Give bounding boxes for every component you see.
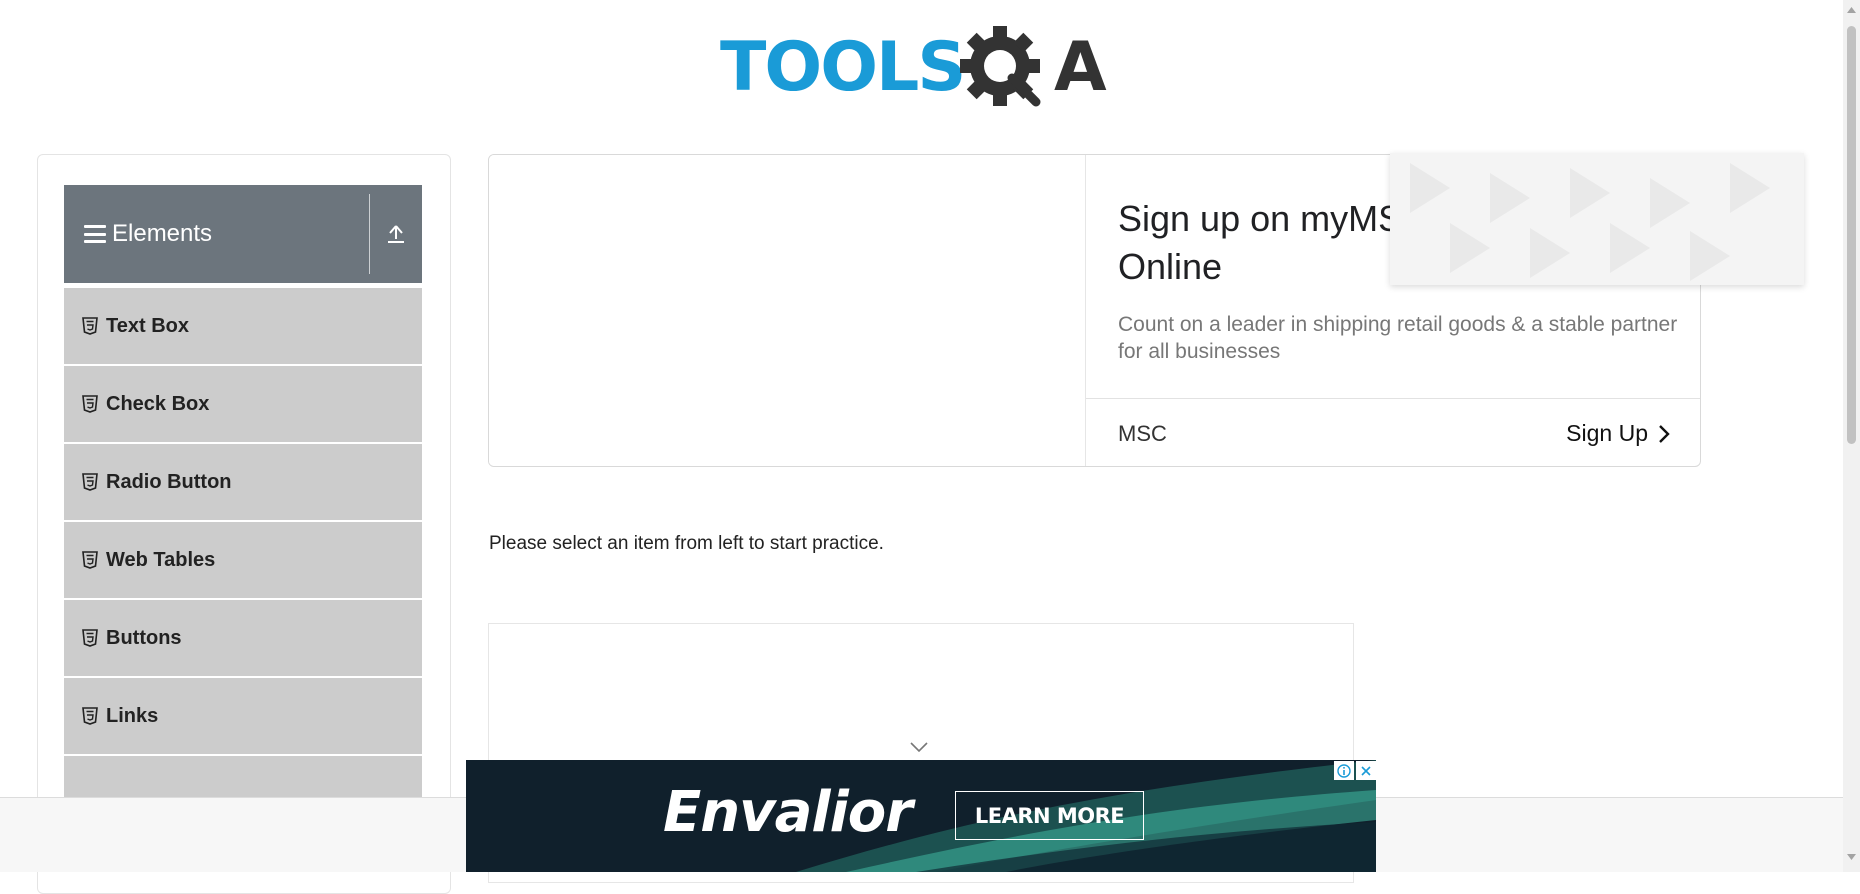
menu-item-radio-button[interactable]: Radio Button xyxy=(64,442,422,520)
menu-item-links[interactable]: Links xyxy=(64,676,422,754)
triangle-pattern xyxy=(1410,163,1770,281)
collapse-button[interactable] xyxy=(370,185,422,283)
chevron-right-icon xyxy=(1659,424,1670,443)
ad-footer: MSC Sign Up xyxy=(1086,398,1700,466)
html5-icon xyxy=(82,551,98,569)
menu-item-label: Web Tables xyxy=(106,548,216,571)
html5-icon xyxy=(82,707,98,725)
html5-icon xyxy=(82,629,98,647)
banner-brand: Envalior xyxy=(663,780,913,845)
menu-item-text-box[interactable]: Text Box xyxy=(64,286,422,364)
menu-item-label: Check Box xyxy=(106,392,210,415)
svg-text:A: A xyxy=(1054,28,1107,107)
gear-icon xyxy=(960,26,1041,107)
menu-item-web-tables[interactable]: Web Tables xyxy=(64,520,422,598)
scroll-up-arrow-icon[interactable] xyxy=(1846,6,1857,14)
menu-item-buttons[interactable]: Buttons xyxy=(64,598,422,676)
group-title-wrap[interactable]: Elements xyxy=(64,185,369,283)
menu-list: Text Box Check Box Radio Button Web Tabl… xyxy=(64,286,422,832)
ad-close-icon[interactable] xyxy=(1356,761,1376,780)
vertical-scrollbar[interactable] xyxy=(1843,0,1860,872)
menu-item-label: Buttons xyxy=(106,626,182,649)
learn-more-button[interactable]: LEARN MORE xyxy=(955,791,1144,840)
menu-item-label: Text Box xyxy=(106,314,189,337)
ad-brand: MSC xyxy=(1118,420,1167,446)
envalior-banner-ad[interactable]: Envalior LEARN MORE xyxy=(466,760,1376,872)
overlay-card xyxy=(1390,153,1804,285)
ad-image[interactable] xyxy=(489,155,1086,466)
sign-up-label: Sign Up xyxy=(1566,420,1648,446)
banner-background xyxy=(466,760,1376,872)
collapse-up-icon xyxy=(388,225,404,243)
hamburger-icon xyxy=(84,225,106,243)
scroll-down-arrow-icon[interactable] xyxy=(1846,853,1857,861)
elements-group-header[interactable]: Elements xyxy=(64,185,422,283)
menu-item-label: Links xyxy=(106,704,159,727)
toolsqa-logo[interactable]: TOOLS A xyxy=(720,18,1125,118)
menu-item-check-box[interactable]: Check Box xyxy=(64,364,422,442)
chevron-down-icon[interactable] xyxy=(909,741,929,753)
left-panel: Elements Text Box Check Box Radio Button… xyxy=(37,154,451,894)
html5-icon xyxy=(82,473,98,491)
header: TOOLS A xyxy=(0,0,1840,130)
ad-description: Count on a leader in shipping retail goo… xyxy=(1118,313,1678,363)
html5-icon xyxy=(82,317,98,335)
sign-up-button[interactable]: Sign Up xyxy=(1566,420,1670,447)
svg-text:TOOLS: TOOLS xyxy=(720,28,964,107)
scrollbar-thumb[interactable] xyxy=(1847,26,1856,444)
group-title: Elements xyxy=(112,220,213,247)
html5-icon xyxy=(82,395,98,413)
ad-info-icon[interactable] xyxy=(1334,761,1354,780)
ad-choices xyxy=(1334,761,1376,780)
menu-item-label: Radio Button xyxy=(106,470,232,493)
instruction-text: Please select an item from left to start… xyxy=(489,533,884,554)
